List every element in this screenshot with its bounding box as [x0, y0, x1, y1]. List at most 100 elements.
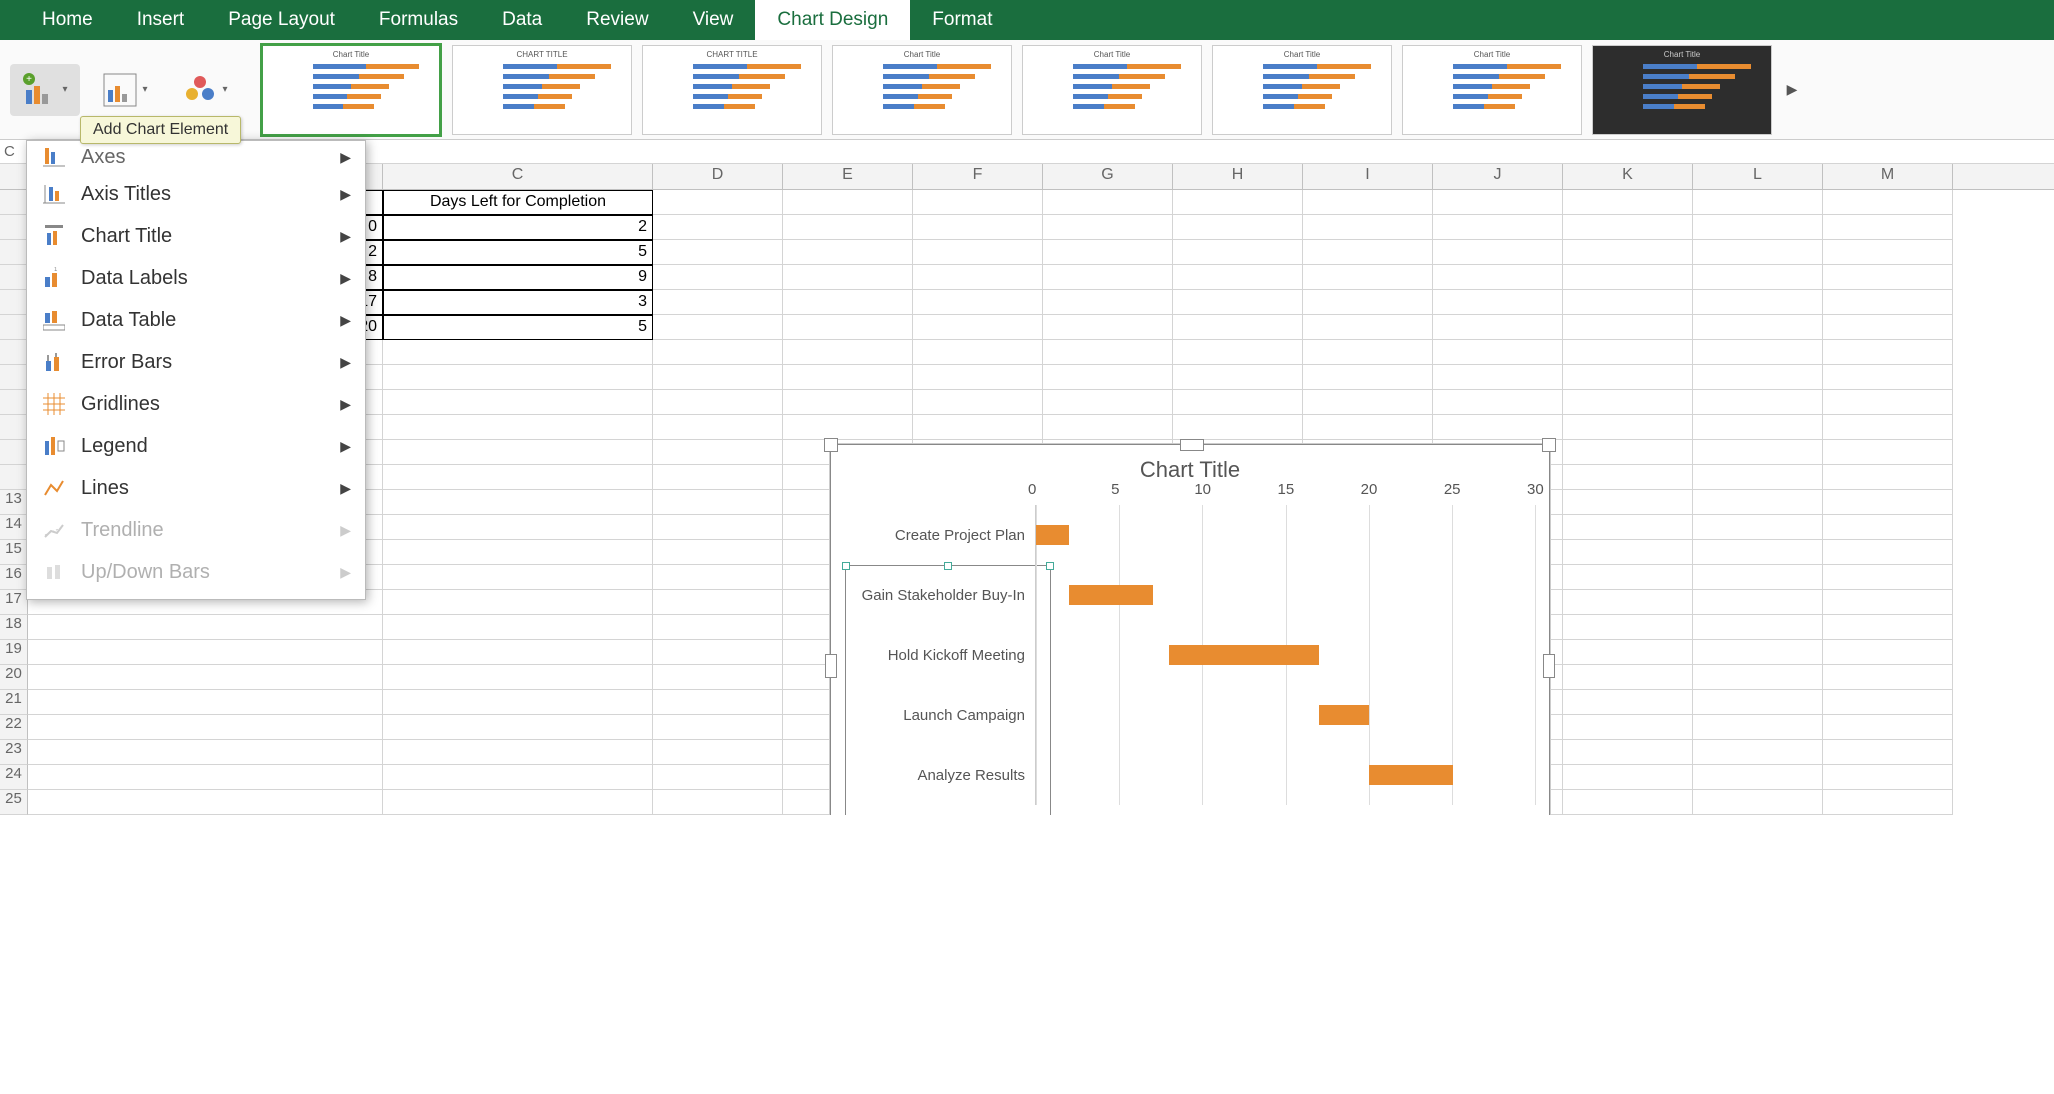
menu-item-data-labels[interactable]: 1 Data Labels ▶ [27, 257, 365, 299]
menu-item-chart-title[interactable]: Chart Title ▶ [27, 215, 365, 257]
resize-handle[interactable] [1542, 438, 1556, 452]
category-axis-selection[interactable] [845, 565, 1051, 815]
add-chart-element-menu: Axes ▶ Axis Titles ▶ Chart Title ▶ 1 Dat… [26, 140, 366, 600]
tab-formulas[interactable]: Formulas [357, 0, 480, 40]
bar-group[interactable] [1036, 525, 1069, 545]
chart-style-5[interactable]: Chart Title [1022, 45, 1202, 135]
quick-layout-icon [102, 72, 138, 108]
resize-handle[interactable] [824, 438, 838, 452]
menu-label: Gridlines [81, 393, 340, 416]
menu-item-axis-titles[interactable]: Axis Titles ▶ [27, 173, 365, 215]
chart-style-2[interactable]: CHART TITLE [452, 45, 632, 135]
chart-element-icon: + [22, 72, 58, 108]
tab-chart-design[interactable]: Chart Design [755, 0, 910, 40]
ribbon-tabs: Home Insert Page Layout Formulas Data Re… [0, 0, 2054, 40]
submenu-arrow-icon: ▶ [340, 270, 351, 287]
resize-handle[interactable] [1543, 654, 1555, 678]
colors-icon [182, 72, 218, 108]
bar-group[interactable] [1036, 765, 1453, 785]
submenu-arrow-icon: ▶ [340, 312, 351, 329]
trendline-icon [41, 517, 67, 543]
col-header-i[interactable]: I [1303, 164, 1433, 189]
submenu-arrow-icon: ▶ [340, 564, 351, 581]
name-box: C [4, 143, 15, 160]
gridlines-icon [41, 391, 67, 417]
menu-label: Trendline [81, 519, 340, 542]
menu-label: Up/Down Bars [81, 561, 340, 584]
dropdown-arrow-icon: ▾ [62, 84, 67, 95]
menu-label: Chart Title [81, 225, 340, 248]
axis-titles-icon [41, 181, 67, 207]
chart-style-6[interactable]: Chart Title [1212, 45, 1392, 135]
tab-home[interactable]: Home [20, 0, 115, 40]
menu-item-gridlines[interactable]: Gridlines ▶ [27, 383, 365, 425]
menu-label: Legend [81, 435, 340, 458]
col-header-e[interactable]: E [783, 164, 913, 189]
col-header-f[interactable]: F [913, 164, 1043, 189]
menu-label: Axis Titles [81, 183, 340, 206]
legend-icon [41, 433, 67, 459]
submenu-arrow-icon: ▶ [340, 228, 351, 245]
data-table-icon [41, 307, 67, 333]
col-header-h[interactable]: H [1173, 164, 1303, 189]
chart-design-toolbar: + ▾ ▾ ▾ Chart Title CHART TITLE CHART TI… [0, 40, 2054, 140]
resize-handle[interactable] [825, 654, 837, 678]
bar-group[interactable] [1036, 705, 1369, 725]
col-header-g[interactable]: G [1043, 164, 1173, 189]
col-header-k[interactable]: K [1563, 164, 1693, 189]
svg-text:1: 1 [54, 267, 58, 273]
embedded-chart[interactable]: Chart Title Create Project PlanGain Stak… [830, 444, 1550, 815]
tab-format[interactable]: Format [910, 0, 1014, 40]
tab-data[interactable]: Data [480, 0, 564, 40]
up-down-bars-icon [41, 559, 67, 585]
axes-icon [41, 144, 67, 170]
col-header-c[interactable]: C [383, 164, 653, 189]
tab-page-layout[interactable]: Page Layout [206, 0, 357, 40]
chart-style-3[interactable]: CHART TITLE [642, 45, 822, 135]
tab-insert[interactable]: Insert [115, 0, 207, 40]
menu-item-error-bars[interactable]: Error Bars ▶ [27, 341, 365, 383]
select-all-corner[interactable] [0, 164, 28, 189]
col-header-l[interactable]: L [1693, 164, 1823, 189]
quick-layout-button[interactable]: ▾ [90, 64, 160, 116]
gallery-next-button[interactable]: ▶ [1782, 80, 1802, 100]
submenu-arrow-icon: ▶ [340, 354, 351, 371]
menu-item-axes[interactable]: Axes ▶ [27, 147, 365, 173]
data-labels-icon: 1 [41, 265, 67, 291]
bar-group[interactable] [1036, 585, 1153, 605]
menu-label: Error Bars [81, 351, 340, 374]
category-label: Create Project Plan [845, 527, 1035, 544]
plot-area[interactable]: Create Project PlanGain Stakeholder Buy-… [845, 505, 1535, 805]
chart-title[interactable]: Chart Title [831, 457, 1549, 483]
menu-label: Data Labels [81, 267, 340, 290]
menu-label: Data Table [81, 309, 340, 332]
chart-style-8[interactable]: Chart Title [1592, 45, 1772, 135]
col-header-m[interactable]: M [1823, 164, 1953, 189]
chart-style-7[interactable]: Chart Title [1402, 45, 1582, 135]
submenu-arrow-icon: ▶ [340, 149, 351, 166]
menu-item-up-down-bars: Up/Down Bars ▶ [27, 551, 365, 593]
submenu-arrow-icon: ▶ [340, 522, 351, 539]
lines-icon [41, 475, 67, 501]
error-bars-icon [41, 349, 67, 375]
dropdown-arrow-icon: ▾ [222, 84, 227, 95]
chart-style-1[interactable]: Chart Title [260, 43, 442, 137]
add-chart-element-button[interactable]: + ▾ [10, 64, 80, 116]
tab-view[interactable]: View [671, 0, 756, 40]
submenu-arrow-icon: ▶ [340, 438, 351, 455]
col-header-d[interactable]: D [653, 164, 783, 189]
menu-item-data-table[interactable]: Data Table ▶ [27, 299, 365, 341]
submenu-arrow-icon: ▶ [340, 186, 351, 203]
dropdown-arrow-icon: ▾ [142, 84, 147, 95]
menu-item-lines[interactable]: Lines ▶ [27, 467, 365, 509]
resize-handle[interactable] [1180, 439, 1204, 451]
submenu-arrow-icon: ▶ [340, 396, 351, 413]
bar-group[interactable] [1036, 645, 1319, 665]
tab-review[interactable]: Review [564, 0, 670, 40]
col-header-j[interactable]: J [1433, 164, 1563, 189]
change-colors-button[interactable]: ▾ [170, 64, 240, 116]
chart-style-4[interactable]: Chart Title [832, 45, 1012, 135]
svg-text:+: + [27, 74, 33, 85]
menu-item-legend[interactable]: Legend ▶ [27, 425, 365, 467]
chart-styles-gallery: Chart Title CHART TITLE CHART TITLE Char… [260, 43, 2044, 137]
